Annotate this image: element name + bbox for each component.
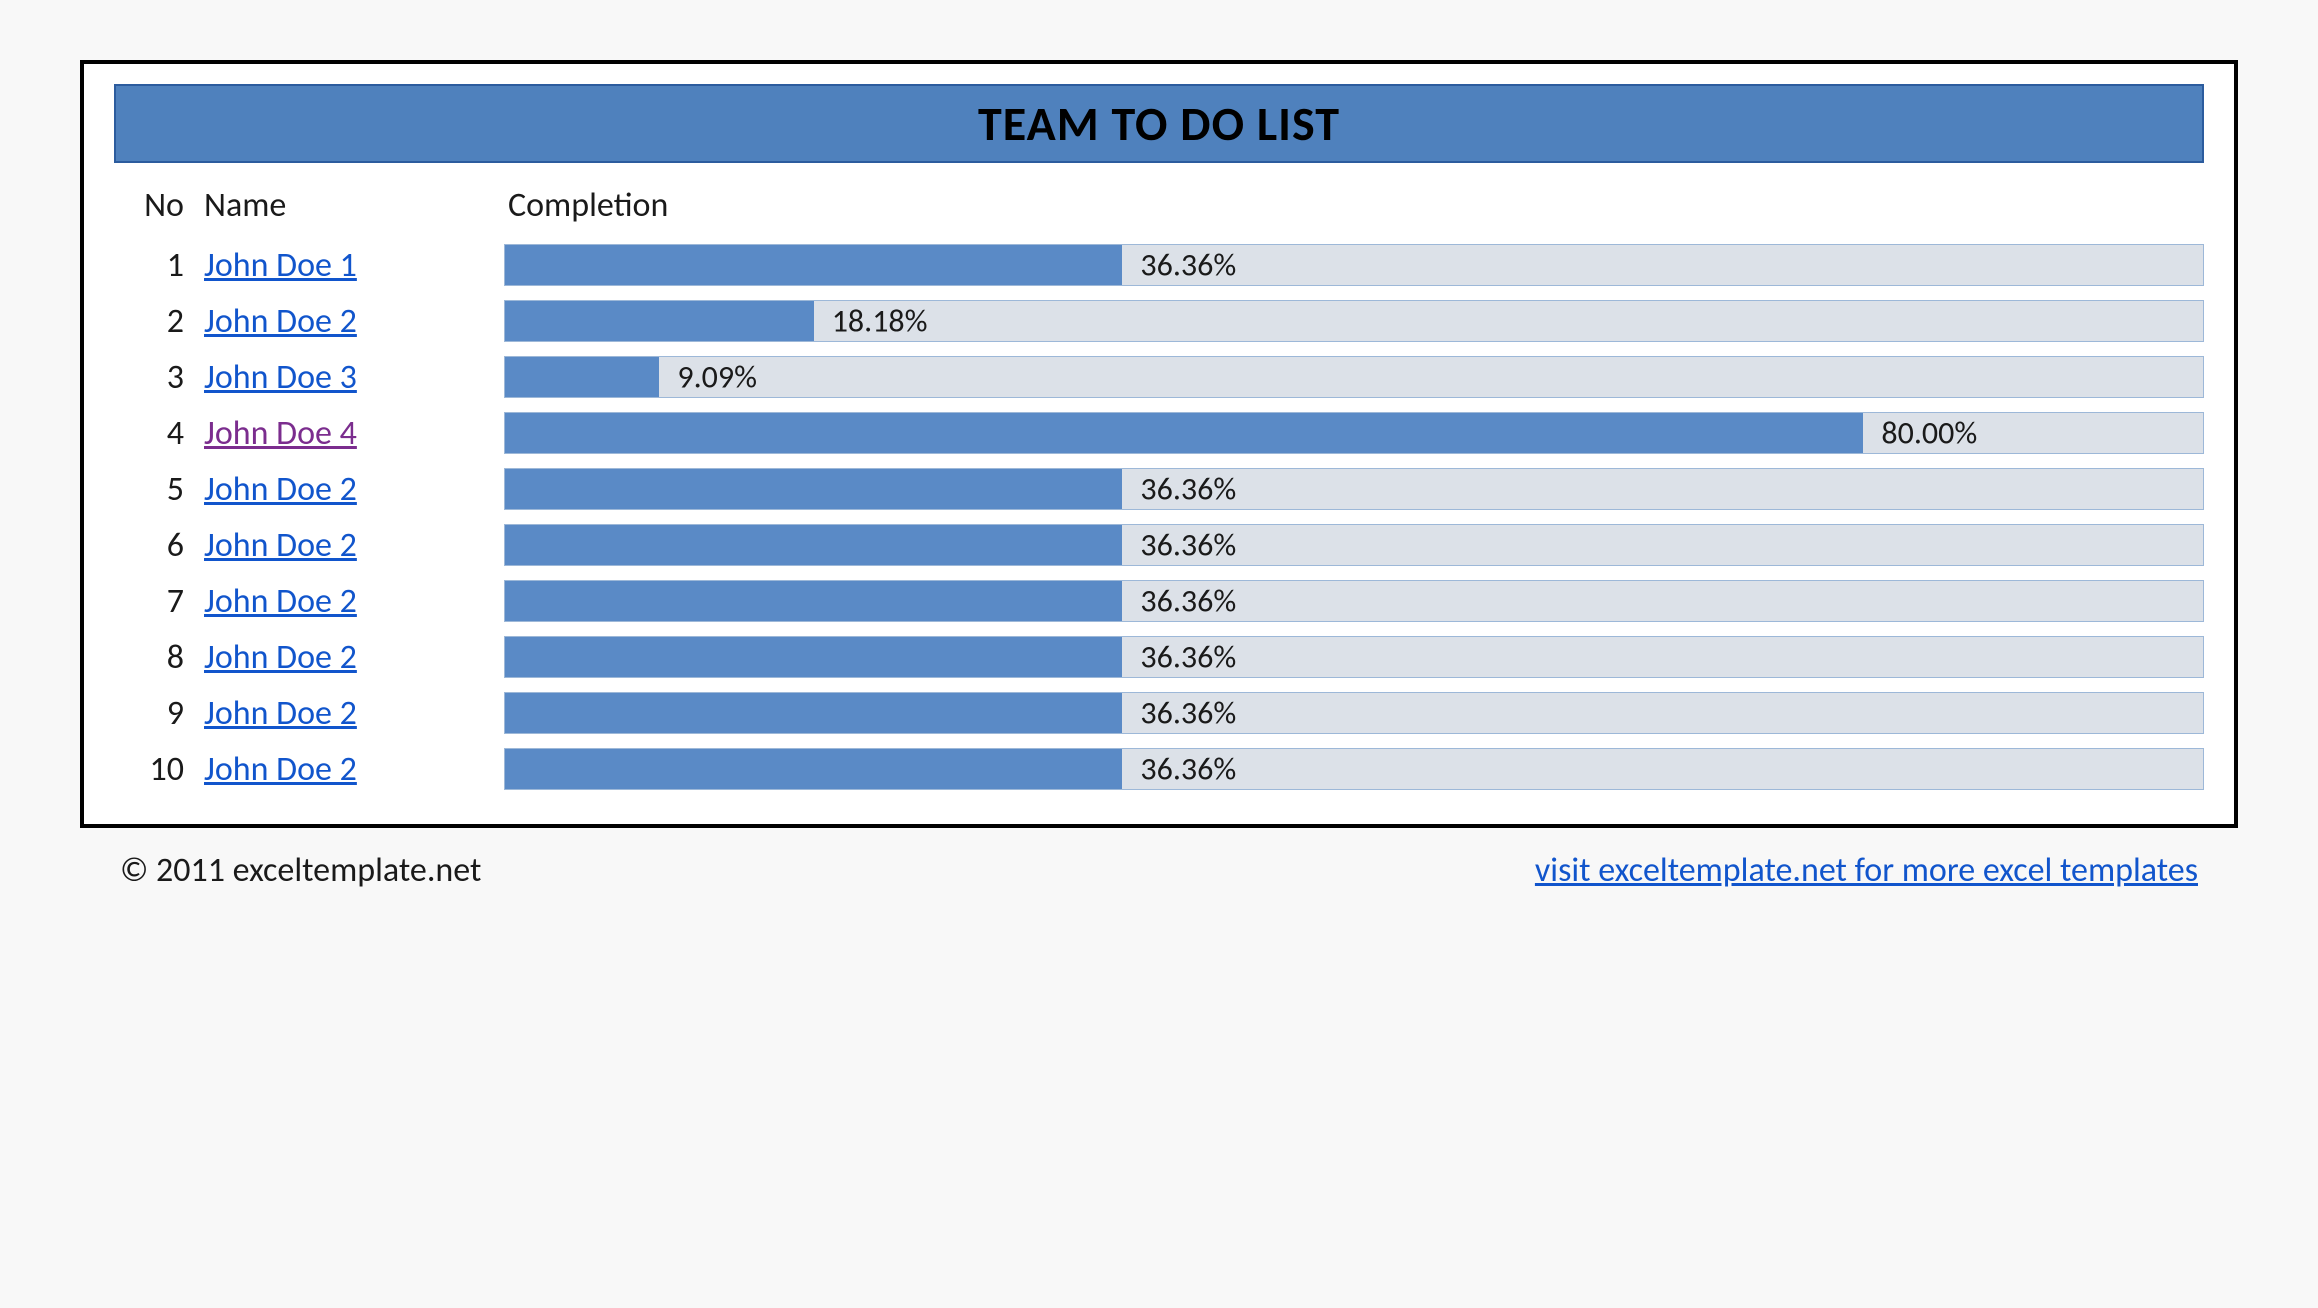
- row-name: John Doe 2: [204, 301, 504, 342]
- completion-bar: 36.36%: [504, 524, 2204, 566]
- title-bar: TEAM TO DO LIST: [114, 84, 2204, 163]
- name-link[interactable]: John Doe 2: [204, 637, 357, 678]
- name-link[interactable]: John Doe 2: [204, 525, 357, 566]
- row-name: John Doe 3: [204, 357, 504, 398]
- name-link[interactable]: John Doe 2: [204, 749, 357, 790]
- row-no: 8: [114, 637, 204, 678]
- row-no: 4: [114, 413, 204, 454]
- row-name: John Doe 2: [204, 749, 504, 790]
- row-no: 6: [114, 525, 204, 566]
- bar-label: 36.36%: [1122, 638, 1236, 677]
- main-frame: TEAM TO DO LIST No Name Completion 1John…: [80, 60, 2238, 828]
- row-no: 5: [114, 469, 204, 510]
- table-row: 3John Doe 3 9.09%: [114, 356, 2204, 398]
- bar-fill: [505, 525, 1122, 565]
- name-link[interactable]: John Doe 2: [204, 469, 357, 510]
- bar-label: 9.09%: [659, 358, 757, 397]
- bar-fill: [505, 413, 1863, 453]
- bar-label: 36.36%: [1122, 582, 1236, 621]
- bar-fill: [505, 581, 1122, 621]
- name-link[interactable]: John Doe 3: [204, 357, 357, 398]
- completion-bar: 9.09%: [504, 356, 2204, 398]
- bar-label: 18.18%: [814, 302, 928, 341]
- name-link[interactable]: John Doe 2: [204, 581, 357, 622]
- row-name: John Doe 2: [204, 637, 504, 678]
- row-no: 10: [114, 749, 204, 790]
- row-name: John Doe 2: [204, 469, 504, 510]
- table-row: 9John Doe 2 36.36%: [114, 692, 2204, 734]
- bar-label: 36.36%: [1122, 750, 1236, 789]
- row-name: John Doe 1: [204, 245, 504, 286]
- table-row: 7John Doe 2 36.36%: [114, 580, 2204, 622]
- bar-fill: [505, 469, 1122, 509]
- row-no: 3: [114, 357, 204, 398]
- completion-bar: 36.36%: [504, 468, 2204, 510]
- table-row: 4John Doe 4 80.00%: [114, 412, 2204, 454]
- footer-copyright: © 2011 exceltemplate.net: [120, 850, 481, 891]
- footer-link-wrap: visit exceltemplate.net for more excel t…: [1535, 850, 2198, 891]
- col-header-no: No: [114, 185, 204, 226]
- table-header: No Name Completion: [114, 179, 2204, 244]
- bar-fill: [505, 301, 814, 341]
- table-row: 10John Doe 2 36.36%: [114, 748, 2204, 790]
- row-no: 1: [114, 245, 204, 286]
- row-no: 7: [114, 581, 204, 622]
- row-name: John Doe 2: [204, 693, 504, 734]
- name-link[interactable]: John Doe 4: [204, 413, 357, 454]
- col-header-completion: Completion: [504, 185, 2204, 226]
- bar-fill: [505, 637, 1122, 677]
- bar-label: 36.36%: [1122, 526, 1236, 565]
- bar-fill: [505, 693, 1122, 733]
- row-name: John Doe 4: [204, 413, 504, 454]
- bar-fill: [505, 749, 1122, 789]
- completion-bar: 36.36%: [504, 692, 2204, 734]
- rows-container: 1John Doe 136.36%2John Doe 218.18%3John …: [114, 244, 2204, 790]
- footer: © 2011 exceltemplate.net visit exceltemp…: [80, 828, 2238, 891]
- completion-bar: 36.36%: [504, 580, 2204, 622]
- bar-label: 80.00%: [1863, 414, 1977, 453]
- completion-bar: 36.36%: [504, 748, 2204, 790]
- name-link[interactable]: John Doe 2: [204, 301, 357, 342]
- row-no: 2: [114, 301, 204, 342]
- completion-bar: 36.36%: [504, 244, 2204, 286]
- bar-fill: [505, 245, 1122, 285]
- bar-label: 36.36%: [1122, 694, 1236, 733]
- table-row: 5John Doe 2 36.36%: [114, 468, 2204, 510]
- bar-fill: [505, 357, 659, 397]
- name-link[interactable]: John Doe 2: [204, 693, 357, 734]
- completion-bar: 36.36%: [504, 636, 2204, 678]
- table-row: 2John Doe 2 18.18%: [114, 300, 2204, 342]
- completion-bar: 80.00%: [504, 412, 2204, 454]
- col-header-name: Name: [204, 185, 504, 226]
- table-row: 8John Doe 2 36.36%: [114, 636, 2204, 678]
- bar-label: 36.36%: [1122, 470, 1236, 509]
- table-row: 6John Doe 2 36.36%: [114, 524, 2204, 566]
- row-name: John Doe 2: [204, 525, 504, 566]
- row-no: 9: [114, 693, 204, 734]
- footer-link[interactable]: visit exceltemplate.net for more excel t…: [1535, 850, 2198, 891]
- page-title: TEAM TO DO LIST: [116, 94, 2202, 153]
- table-row: 1John Doe 1 36.36%: [114, 244, 2204, 286]
- completion-bar: 18.18%: [504, 300, 2204, 342]
- row-name: John Doe 2: [204, 581, 504, 622]
- name-link[interactable]: John Doe 1: [204, 245, 357, 286]
- bar-label: 36.36%: [1122, 246, 1236, 285]
